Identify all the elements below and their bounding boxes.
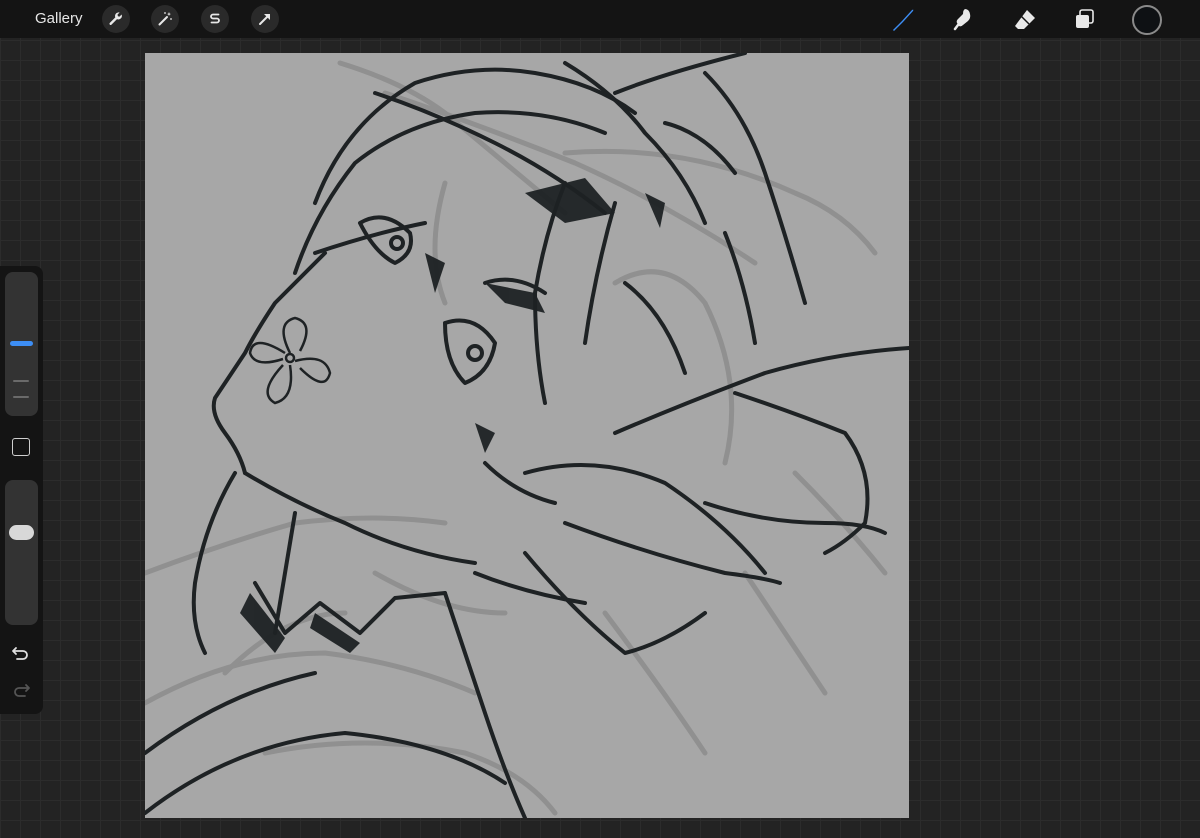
- adjustments-button[interactable]: [151, 5, 179, 33]
- transform-button[interactable]: [251, 5, 279, 33]
- opacity-slider[interactable]: [5, 480, 38, 625]
- square-icon[interactable]: [12, 438, 30, 456]
- slider-tick: [13, 380, 29, 382]
- drawing-canvas[interactable]: [145, 53, 909, 818]
- color-picker-button[interactable]: [1132, 5, 1162, 35]
- layers-icon: [1076, 9, 1094, 28]
- eraser-tool[interactable]: [1010, 4, 1040, 34]
- redo-icon[interactable]: [11, 681, 31, 699]
- left-sidebar: [0, 266, 43, 714]
- brush-size-thumb[interactable]: [10, 341, 33, 346]
- layers-button[interactable]: [1070, 4, 1100, 34]
- undo-icon[interactable]: [11, 644, 31, 662]
- wrench-icon: [109, 12, 122, 25]
- gallery-button[interactable]: Gallery: [35, 10, 83, 27]
- actions-button[interactable]: [102, 5, 130, 33]
- brush-tool[interactable]: [888, 4, 918, 34]
- sketch-artwork: [145, 53, 909, 818]
- selection-s-icon: [210, 13, 220, 24]
- opacity-thumb[interactable]: [9, 525, 34, 540]
- smudge-icon: [953, 9, 971, 31]
- transform-arrow-icon: [259, 14, 270, 25]
- selection-button[interactable]: [201, 5, 229, 33]
- brush-size-slider[interactable]: [5, 272, 38, 416]
- eraser-icon: [1015, 10, 1035, 29]
- brush-icon: [893, 9, 914, 31]
- slider-tick: [13, 396, 29, 398]
- top-toolbar: Gallery: [0, 0, 1200, 38]
- smudge-tool[interactable]: [949, 4, 979, 34]
- magic-wand-icon: [158, 12, 172, 26]
